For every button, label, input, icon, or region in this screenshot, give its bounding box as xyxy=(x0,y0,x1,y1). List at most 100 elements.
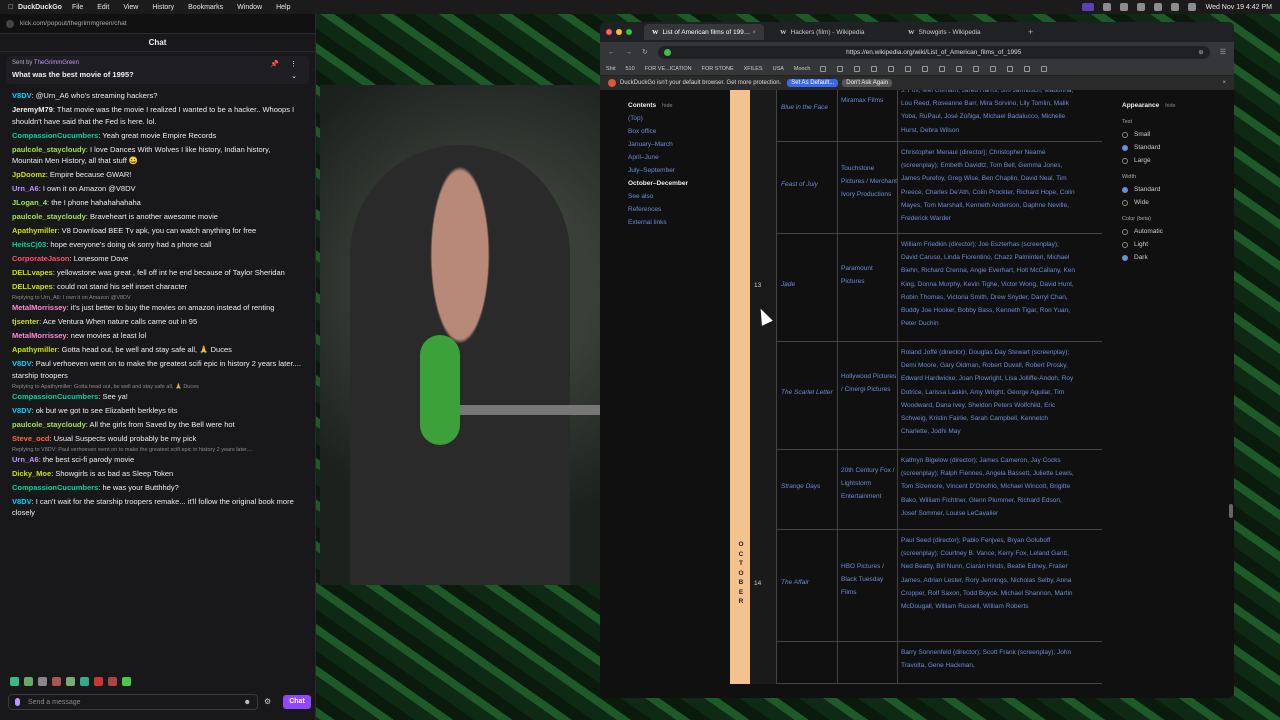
chat-message-input[interactable]: Send a message ☻ xyxy=(8,694,258,710)
bookmark-item[interactable]: FOR VE...ICATION xyxy=(645,66,692,72)
status-icon[interactable] xyxy=(1119,3,1128,11)
set-default-button[interactable]: Set As Default... xyxy=(787,79,839,87)
chat-username[interactable]: CompassionCucumbers xyxy=(12,392,98,401)
cast-crew-cell[interactable]: Barry Sonnenfeld (director); Scott Frank… xyxy=(901,646,1077,672)
radio-icon[interactable] xyxy=(1122,241,1128,248)
cast-crew-cell[interactable]: Paul Seed (director); Pablo Fenjves, Bry… xyxy=(901,534,1077,613)
bookmark-item[interactable]: 510 xyxy=(625,66,634,72)
chat-username[interactable]: Steve_ocd xyxy=(12,434,50,443)
send-chat-button[interactable]: Chat xyxy=(283,695,311,709)
chat-username[interactable]: Apathymiller xyxy=(12,226,57,235)
menubar-clock[interactable]: Wed Nov 19 4:42 PM xyxy=(1206,4,1272,11)
emote-icon[interactable] xyxy=(10,677,19,686)
chat-username[interactable]: JLogan_4 xyxy=(12,198,47,207)
apple-icon[interactable]:  xyxy=(8,4,18,11)
new-tab-icon[interactable]: + xyxy=(1028,27,1033,37)
bookmark-icon[interactable] xyxy=(837,65,844,72)
bookmark-icon[interactable] xyxy=(1007,65,1014,72)
bookmark-add-icon[interactable]: ⊕ xyxy=(1198,48,1203,56)
radio-icon[interactable] xyxy=(1122,157,1128,164)
dont-ask-again-button[interactable]: Don't Ask Again xyxy=(842,79,893,87)
chevron-down-icon[interactable]: ⌄ xyxy=(291,72,297,80)
scrollbar-thumb[interactable] xyxy=(1229,504,1233,518)
cast-crew-cell[interactable]: Roland Joffé (director); Douglas Day Ste… xyxy=(901,346,1077,438)
back-icon[interactable]: ← xyxy=(608,49,615,56)
appearance-option[interactable]: Dark xyxy=(1122,254,1222,261)
bookmark-item[interactable]: Mooch xyxy=(794,66,811,72)
cast-crew-cell[interactable]: J. Fox, Mel Gorham, Jared Harris, Jim Ja… xyxy=(901,90,1077,137)
bookmark-item[interactable]: Shit xyxy=(606,66,615,72)
chat-username[interactable]: CompassionCucumbers xyxy=(12,483,98,492)
bookmark-item[interactable]: USA xyxy=(773,66,784,72)
menu-bookmarks[interactable]: Bookmarks xyxy=(188,4,223,11)
cast-crew-cell[interactable]: William Friedkin (director); Joe Eszterh… xyxy=(901,238,1077,330)
radio-icon[interactable] xyxy=(1122,254,1128,261)
radio-icon[interactable] xyxy=(1122,131,1128,138)
status-icon[interactable] xyxy=(1136,3,1145,11)
chat-username[interactable]: V8DV xyxy=(12,406,32,415)
chat-username[interactable]: DELLvapes xyxy=(12,282,53,291)
bookmark-icon[interactable] xyxy=(922,65,929,72)
studio-link[interactable]: HBO Pictures / Black Tuesday Films xyxy=(841,560,897,599)
chat-username[interactable]: tjsenter xyxy=(12,317,39,326)
chat-username[interactable]: paulcole_staycloudy xyxy=(12,212,86,221)
tab-showgirls[interactable]: W Showgirls - Wikipedia xyxy=(900,24,1020,40)
chat-username[interactable]: CompassionCucumbers xyxy=(12,131,98,140)
toc-item[interactable]: October–December xyxy=(628,180,718,187)
chat-username[interactable]: HeitsCj03 xyxy=(12,240,46,249)
bookmark-item[interactable]: FOR STONE xyxy=(702,66,734,72)
emote-icon[interactable] xyxy=(66,677,75,686)
toc-item[interactable]: January–March xyxy=(628,141,718,148)
film-title-link[interactable]: Feast of July xyxy=(781,180,837,189)
studio-link[interactable]: 20th Century Fox / Lightstorm Entertainm… xyxy=(841,464,897,503)
appearance-option[interactable]: Light xyxy=(1122,241,1222,248)
pin-icon[interactable]: 📌 xyxy=(270,60,279,68)
appearance-option[interactable]: Standard xyxy=(1122,144,1222,151)
studio-link[interactable]: Hollywood Pictures / Cinergi Pictures xyxy=(841,370,897,396)
menu-view[interactable]: View xyxy=(123,4,138,11)
menu-help[interactable]: Help xyxy=(276,4,290,11)
chat-username[interactable]: V8DV xyxy=(12,359,32,368)
tab-hackers[interactable]: W Hackers (film) - Wikipedia xyxy=(772,24,892,40)
emote-bar[interactable] xyxy=(10,677,136,687)
appearance-option[interactable]: Wide xyxy=(1122,199,1222,206)
chat-username[interactable]: Urn_A6 xyxy=(12,184,39,193)
chat-username[interactable]: paulcole_staycloudy xyxy=(12,420,86,429)
toc-item[interactable]: April–June xyxy=(628,154,718,161)
menu-icon[interactable]: ☰ xyxy=(1220,48,1226,56)
chat-username[interactable]: JpDoomz xyxy=(12,170,46,179)
cast-crew-cell[interactable]: Kathryn Bigelow (director); James Camero… xyxy=(901,454,1077,520)
chat-username[interactable]: DELLvapes xyxy=(12,268,53,277)
search-icon[interactable] xyxy=(1170,3,1179,11)
status-icon[interactable] xyxy=(1102,3,1111,11)
close-icon[interactable]: × xyxy=(1222,80,1226,86)
bookmark-icon[interactable] xyxy=(990,65,997,72)
close-window-icon[interactable] xyxy=(606,29,612,35)
chat-username[interactable]: V8DV xyxy=(12,497,32,506)
menu-file[interactable]: File xyxy=(72,4,83,11)
bookmark-item[interactable]: XFILES xyxy=(744,66,763,72)
appearance-option[interactable]: Small xyxy=(1122,131,1222,138)
address-bar[interactable]: https://en.wikipedia.org/wiki/List_of_Am… xyxy=(657,45,1210,59)
chat-username[interactable]: V8DV xyxy=(12,91,32,100)
toc-hide-link[interactable]: hide xyxy=(662,103,672,109)
emote-icon[interactable] xyxy=(80,677,89,686)
tab-list-of-films[interactable]: W List of American films of 199… × xyxy=(644,24,764,40)
status-app-icon[interactable] xyxy=(1081,3,1094,11)
bookmark-icon[interactable] xyxy=(973,65,980,72)
film-title-link[interactable]: The Scarlet Letter xyxy=(781,388,837,397)
studio-link[interactable]: Paramount Pictures xyxy=(841,262,897,288)
bookmark-icon[interactable] xyxy=(871,65,878,72)
privacy-shield-icon[interactable] xyxy=(663,48,671,56)
menubar-app-name[interactable]: DuckDuckGo xyxy=(18,4,62,11)
chat-username[interactable]: CorporateJason xyxy=(12,254,70,263)
more-options-icon[interactable]: ⋮ xyxy=(290,60,297,68)
emote-icon[interactable] xyxy=(24,677,33,686)
radio-icon[interactable] xyxy=(1122,199,1128,206)
forward-icon[interactable]: → xyxy=(625,49,632,56)
appearance-option[interactable]: Large xyxy=(1122,157,1222,164)
bookmark-icon[interactable] xyxy=(888,65,895,72)
minimize-window-icon[interactable] xyxy=(616,29,622,35)
chat-url[interactable]: kick.com/popout/thegrimmgreen/chat xyxy=(20,20,127,27)
appearance-hide-link[interactable]: hide xyxy=(1165,103,1175,109)
